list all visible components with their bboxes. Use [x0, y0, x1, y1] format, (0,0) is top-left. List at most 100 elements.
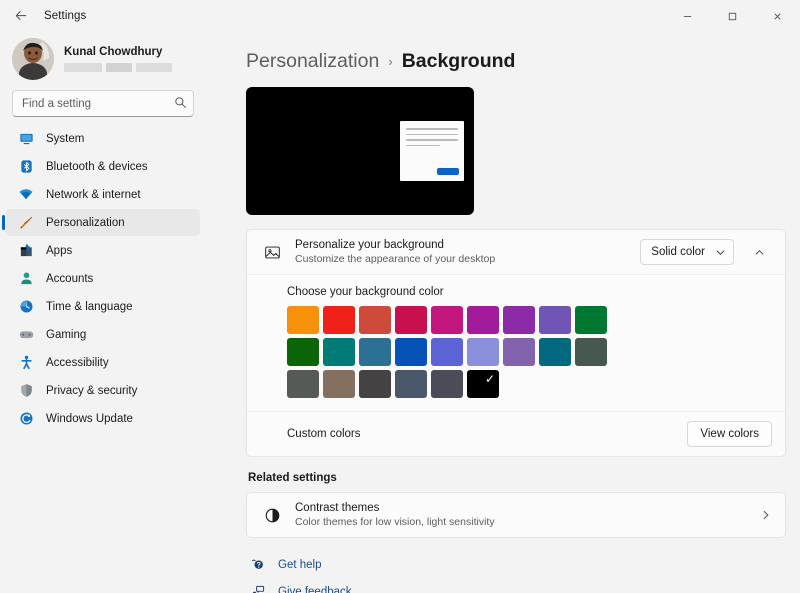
chevron-down-icon	[716, 250, 725, 255]
update-icon	[18, 411, 34, 427]
color-swatch[interactable]	[395, 338, 427, 366]
background-color-section: Choose your background color ✓	[247, 274, 785, 411]
chevron-right-icon	[760, 509, 772, 521]
breadcrumb-parent[interactable]: Personalization	[246, 50, 379, 73]
page-title: Background	[401, 50, 516, 72]
sidebar-item-time-language[interactable]: Time & language	[6, 293, 200, 320]
color-swatch[interactable]	[503, 338, 535, 366]
background-type-dropdown[interactable]: Solid color	[640, 239, 734, 265]
color-swatch[interactable]	[539, 306, 571, 334]
maximize-icon	[728, 12, 737, 20]
person-icon	[18, 271, 34, 287]
color-swatch[interactable]: ✓	[467, 370, 499, 398]
color-swatch[interactable]	[323, 306, 355, 334]
breadcrumb-separator-icon: ›	[388, 54, 393, 69]
sidebar-item-label: System	[46, 132, 85, 145]
sidebar-item-label: Accessibility	[46, 356, 109, 369]
sidebar-item-network-internet[interactable]: Network & internet	[6, 181, 200, 208]
personalize-background-text: Personalize your background Customize th…	[295, 239, 628, 265]
color-swatch[interactable]	[323, 370, 355, 398]
view-colors-button[interactable]: View colors	[687, 421, 772, 447]
sidebar-item-system[interactable]: System	[6, 125, 200, 152]
get-help-link[interactable]: Get help	[250, 554, 786, 576]
window-controls	[665, 0, 800, 32]
sidebar-nav: System Bluetooth & devices Network & int…	[0, 125, 206, 432]
personalize-background-row: Personalize your background Customize th…	[247, 230, 785, 274]
color-swatch[interactable]	[287, 306, 319, 334]
color-swatch[interactable]	[431, 306, 463, 334]
sidebar-item-windows-update[interactable]: Windows Update	[6, 405, 200, 432]
color-swatch[interactable]	[359, 306, 391, 334]
color-swatch[interactable]	[287, 338, 319, 366]
arrow-left-icon	[15, 11, 27, 21]
gamepad-icon	[18, 327, 34, 343]
sidebar-item-apps[interactable]: Apps	[6, 237, 200, 264]
color-swatch[interactable]	[431, 370, 463, 398]
footer-links: Get help Give feedback	[246, 554, 786, 593]
close-button[interactable]	[755, 0, 800, 32]
accessibility-icon	[18, 355, 34, 371]
color-swatch[interactable]	[287, 370, 319, 398]
settings-window: Settings Kunal Chowdhury Find a setting …	[0, 0, 800, 593]
color-swatch[interactable]	[503, 306, 535, 334]
monitor-icon	[18, 131, 34, 147]
color-swatch[interactable]	[467, 338, 499, 366]
account-section[interactable]: Kunal Chowdhury	[0, 32, 206, 90]
sidebar-item-label: Network & internet	[46, 188, 141, 201]
title-bar: Settings	[0, 0, 800, 32]
paintbrush-icon	[18, 215, 34, 231]
contrast-themes-text: Contrast themes Color themes for low vis…	[295, 502, 748, 528]
breadcrumb: Personalization › Background	[246, 32, 786, 87]
color-swatch[interactable]	[431, 338, 463, 366]
clock-icon	[18, 299, 34, 315]
color-swatch[interactable]	[359, 338, 391, 366]
contrast-themes-subtitle: Color themes for low vision, light sensi…	[295, 516, 495, 528]
sidebar-item-bluetooth-devices[interactable]: Bluetooth & devices	[6, 153, 200, 180]
close-icon	[774, 12, 781, 20]
search-input[interactable]	[12, 90, 194, 117]
background-preview	[246, 87, 474, 215]
custom-colors-row: Custom colors View colors	[247, 411, 785, 456]
search-box[interactable]	[12, 90, 194, 117]
sidebar-item-label: Privacy & security	[46, 384, 138, 397]
color-swatch[interactable]	[395, 306, 427, 334]
collapse-section-button[interactable]	[746, 239, 772, 265]
sidebar-item-accessibility[interactable]: Accessibility	[6, 349, 200, 376]
avatar-photo-icon	[12, 38, 54, 80]
color-swatch-grid: ✓	[287, 306, 771, 398]
sidebar-item-label: Time & language	[46, 300, 133, 313]
contrast-themes-row[interactable]: Contrast themes Color themes for low vis…	[247, 493, 785, 537]
sidebar-item-personalization[interactable]: Personalization	[2, 209, 200, 236]
shield-icon	[18, 383, 34, 399]
sidebar-item-label: Bluetooth & devices	[46, 160, 148, 173]
related-settings-title: Related settings	[248, 472, 337, 484]
back-button[interactable]	[6, 1, 36, 31]
personalize-background-card: Personalize your background Customize th…	[246, 229, 786, 457]
color-swatch[interactable]	[575, 306, 607, 334]
custom-colors-label: Custom colors	[287, 428, 361, 440]
sidebar-item-label: Personalization	[46, 216, 125, 229]
color-swatch[interactable]	[395, 370, 427, 398]
personalize-background-subtitle: Customize the appearance of your desktop	[295, 253, 496, 265]
avatar	[12, 38, 54, 80]
account-name: Kunal Chowdhury	[64, 46, 163, 58]
sidebar-item-gaming[interactable]: Gaming	[6, 321, 200, 348]
chevron-up-icon	[755, 249, 763, 254]
sidebar-item-accounts[interactable]: Accounts	[6, 265, 200, 292]
help-icon	[250, 558, 265, 573]
sidebar-item-privacy-security[interactable]: Privacy & security	[6, 377, 200, 404]
wifi-icon	[18, 187, 34, 203]
color-swatch[interactable]	[539, 338, 571, 366]
image-icon	[261, 241, 283, 263]
color-swatch[interactable]	[323, 338, 355, 366]
color-swatch[interactable]	[359, 370, 391, 398]
color-swatch[interactable]	[575, 338, 607, 366]
color-swatch[interactable]	[467, 306, 499, 334]
contrast-icon	[261, 504, 283, 526]
give-feedback-link[interactable]: Give feedback	[250, 581, 786, 593]
minimize-button[interactable]	[665, 0, 710, 32]
choose-color-label: Choose your background color	[287, 286, 444, 298]
maximize-button[interactable]	[710, 0, 755, 32]
give-feedback-label: Give feedback	[278, 586, 352, 593]
contrast-themes-card[interactable]: Contrast themes Color themes for low vis…	[246, 492, 786, 538]
